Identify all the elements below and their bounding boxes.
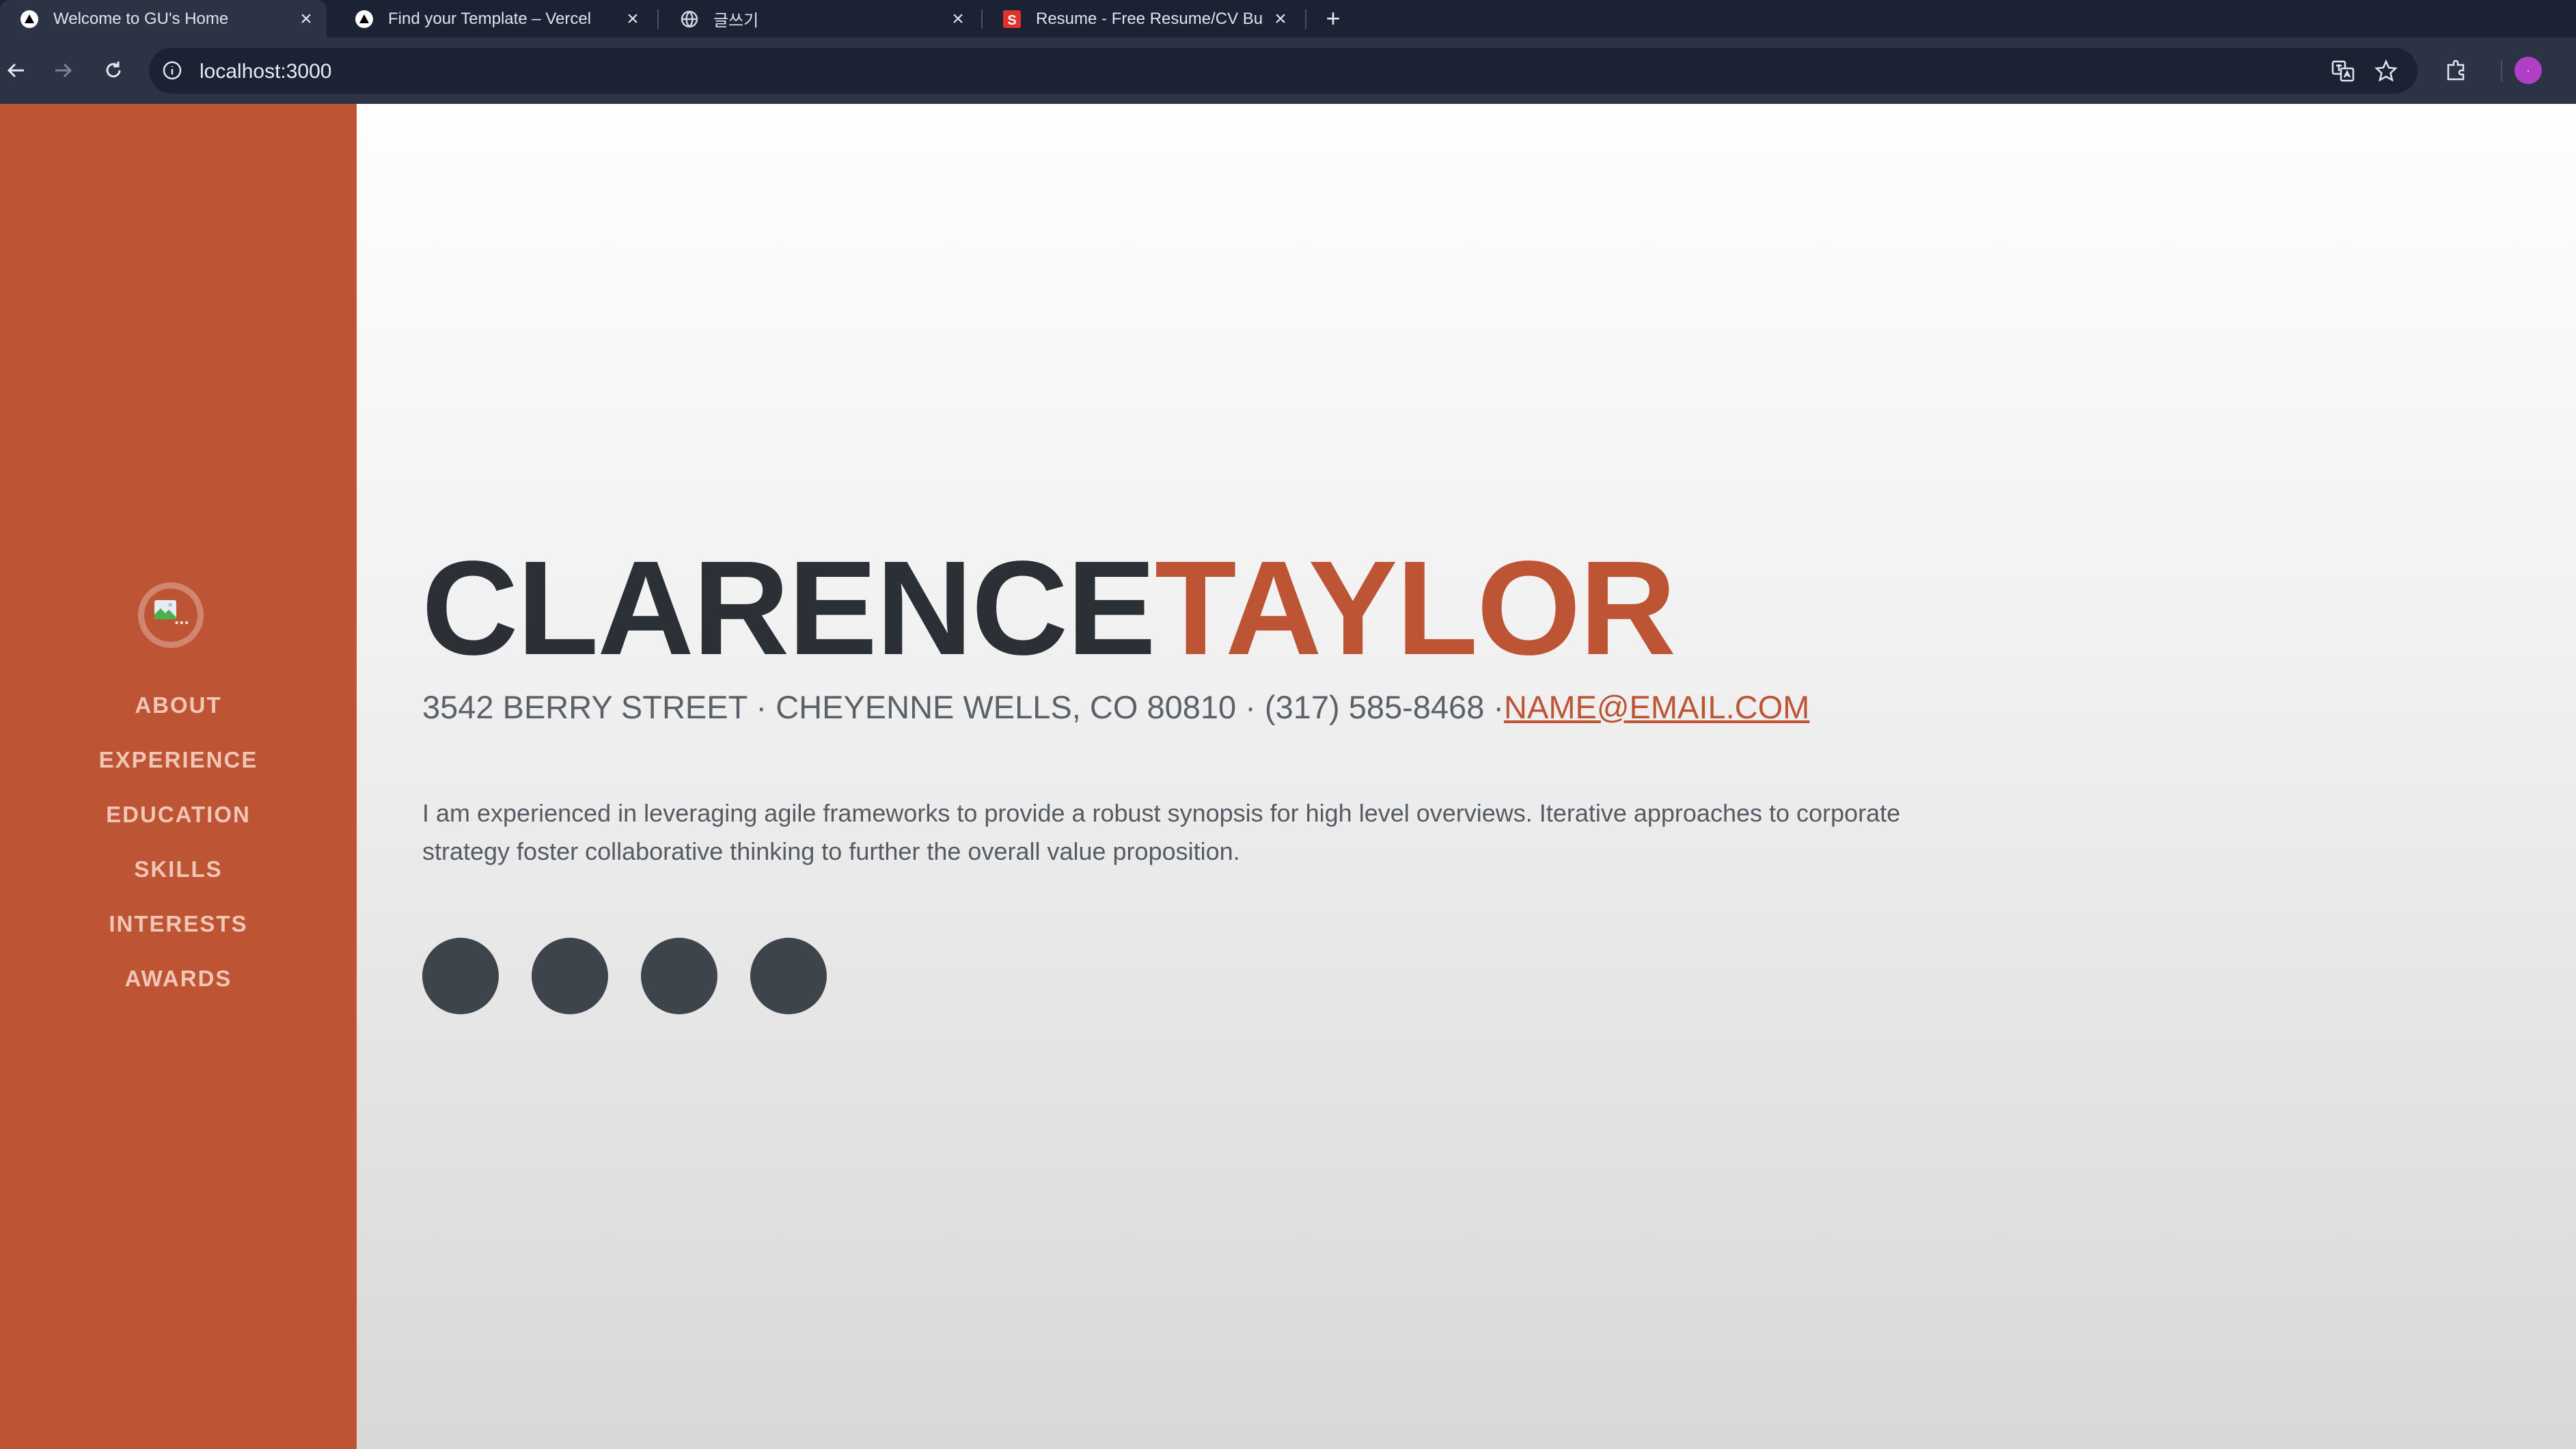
vercel-triangle-icon: [354, 9, 374, 29]
page-viewport: ... ABOUT EXPERIENCE EDUCATION SKILLS IN…: [0, 104, 2576, 1449]
tab-separator: [1305, 10, 1306, 29]
back-arrow-icon[interactable]: [0, 51, 36, 90]
toolbar-separator: [2501, 61, 2502, 81]
profile-avatar[interactable]: ·: [2515, 57, 2542, 84]
address-text: 3542 BERRY STREET · CHEYENNE WELLS, CO 8…: [422, 689, 1505, 725]
close-icon[interactable]: ×: [620, 7, 645, 31]
nav-item-interests: INTERESTS: [0, 897, 357, 951]
social-icon-4[interactable]: [750, 938, 827, 1014]
about-section: CLARENCETAYLOR 3542 BERRY STREET · CHEYE…: [357, 104, 2576, 1449]
tab-title: Resume - Free Resume/CV Bu: [1036, 9, 1263, 28]
tab-title: 글쓰기: [713, 12, 759, 30]
browser-tab[interactable]: Find your Template – Vercel ×: [335, 0, 653, 38]
nav-link-skills[interactable]: SKILLS: [134, 856, 222, 882]
nav-link-education[interactable]: EDUCATION: [106, 802, 251, 828]
nav-item-experience: EXPERIENCE: [0, 733, 357, 787]
nav-item-education: EDUCATION: [0, 787, 357, 842]
first-name: CLARENCE: [422, 533, 1156, 683]
site-info-icon[interactable]: [159, 57, 186, 84]
forward-arrow-icon[interactable]: [44, 51, 82, 90]
globe-icon: [679, 9, 700, 29]
close-icon[interactable]: ×: [946, 7, 970, 31]
summary-text: I am experienced in leveraging agile fra…: [422, 799, 1901, 865]
sidebar: ... ABOUT EXPERIENCE EDUCATION SKILLS IN…: [0, 104, 357, 1449]
tab-title: Find your Template – Vercel: [388, 9, 592, 28]
sidebar-nav: ABOUT EXPERIENCE EDUCATION SKILLS INTERE…: [0, 678, 357, 1006]
social-icon-2[interactable]: [532, 938, 608, 1014]
social-icon-1[interactable]: [422, 938, 499, 1014]
avatar[interactable]: ...: [138, 582, 204, 648]
translate-icon[interactable]: [2329, 57, 2357, 85]
browser-toolbar: localhost:3000 ·: [0, 38, 2576, 104]
close-icon[interactable]: ×: [294, 7, 318, 31]
browser-tab[interactable]: 글쓰기 ×: [660, 0, 978, 38]
contact-line: 3542 BERRY STREET · CHEYENNE WELLS, CO 8…: [422, 688, 1809, 726]
browser-tab-active[interactable]: Welcome to GU's Home ×: [0, 0, 327, 38]
nav-link-experience[interactable]: EXPERIENCE: [99, 747, 258, 773]
browser-tab-bar: Welcome to GU's Home × Find your Templat…: [0, 0, 2576, 38]
nav-link-about[interactable]: ABOUT: [135, 692, 221, 718]
tab-separator: [657, 10, 659, 29]
broken-image-icon: [154, 600, 176, 619]
nav-item-awards: AWARDS: [0, 951, 357, 1006]
tab-title: Welcome to GU's Home: [53, 9, 229, 28]
url-text: localhost:3000: [200, 60, 332, 83]
new-tab-plus-icon[interactable]: +: [1319, 4, 1347, 33]
nav-link-interests[interactable]: INTERESTS: [109, 911, 247, 937]
svg-text:S: S: [1007, 13, 1016, 28]
nav-link-awards[interactable]: AWARDS: [125, 966, 232, 992]
vercel-triangle-icon: [19, 9, 40, 29]
close-icon[interactable]: ×: [1268, 7, 1293, 31]
reload-icon[interactable]: [94, 51, 133, 90]
email-link[interactable]: NAME@EMAIL.COM: [1504, 689, 1809, 725]
social-icon-3[interactable]: [641, 938, 717, 1014]
social-icons: [422, 938, 827, 1014]
browser-tab[interactable]: S Resume - Free Resume/CV Bu ×: [983, 0, 1301, 38]
s-logo-icon: S: [1002, 9, 1022, 29]
name-heading: CLARENCETAYLOR: [422, 541, 1676, 675]
extensions-puzzle-icon[interactable]: [2437, 51, 2476, 90]
bookmark-star-icon[interactable]: [2372, 57, 2400, 85]
address-bar[interactable]: localhost:3000: [149, 48, 2417, 94]
nav-item-about: ABOUT: [0, 678, 357, 733]
nav-item-skills: SKILLS: [0, 842, 357, 897]
avatar-alt-dots: ...: [174, 608, 189, 628]
last-name: TAYLOR: [1154, 533, 1676, 683]
